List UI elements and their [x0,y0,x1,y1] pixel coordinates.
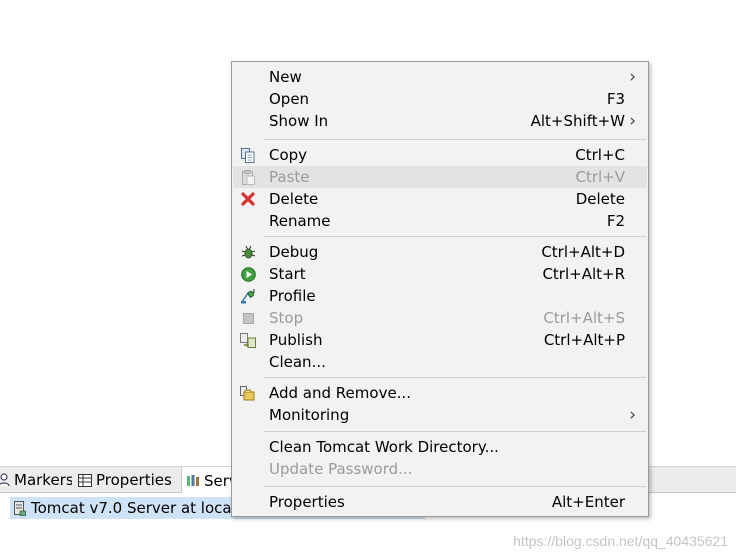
tab-label: Serv [204,471,233,490]
paste-icon [240,169,256,185]
tab-properties[interactable]: Properties [74,467,180,493]
menu-item-publish[interactable]: Publish Ctrl+Alt+P [233,329,647,351]
menu-item-add-and-remove[interactable]: Add and Remove... [233,382,647,404]
menu-item-label: Publish [269,331,323,349]
menu-item-shortcut: Alt+Enter [551,493,625,511]
chevron-right-icon: › [629,405,636,425]
menu-item-shortcut: Delete [575,190,625,208]
menu-item-label: Properties [269,493,345,511]
menu-item-update-password: Update Password... [233,458,647,480]
menu-item-shortcut: F3 [606,90,625,108]
tab-label: Markers [14,471,72,489]
servers-icon [186,474,200,488]
menu-separator [264,377,646,378]
tab-servers[interactable]: Serv [181,467,233,494]
menu-item-label: Clean Tomcat Work Directory... [269,438,499,456]
tab-label: Properties [96,471,172,489]
menu-item-properties[interactable]: Properties Alt+Enter [233,491,647,513]
menu-item-label: Update Password... [269,460,413,478]
menu-item-rename[interactable]: Rename F2 [233,210,647,232]
menu-item-debug[interactable]: Debug Ctrl+Alt+D [233,241,647,263]
menu-item-label: Show In [269,112,329,130]
menu-item-clean[interactable]: Clean... [233,351,647,373]
watermark: https://blog.csdn.net/qq_40435621 [513,533,728,549]
menu-item-label: Add and Remove... [269,384,411,402]
menu-item-label: New [269,68,302,86]
server-icon [14,500,26,516]
menu-item-label: Clean... [269,353,326,371]
menu-item-start[interactable]: Start Ctrl+Alt+R [233,263,647,285]
start-icon [240,266,256,282]
menu-separator [264,236,646,237]
menu-item-shortcut: Ctrl+Alt+R [542,265,625,283]
markers-icon [0,473,10,487]
menu-separator [264,431,646,432]
menu-separator [264,486,646,487]
chevron-right-icon: › [629,111,636,131]
add-remove-icon [240,385,256,401]
menu-item-shortcut: Ctrl+Alt+P [543,331,625,349]
copy-icon [240,147,256,163]
menu-item-shortcut: Ctrl+Alt+D [541,243,625,261]
menu-item-label: Rename [269,212,331,230]
menu-item-stop: Stop Ctrl+Alt+S [233,307,647,329]
server-row-label: Tomcat v7.0 Server at locall [31,499,240,517]
menu-item-shortcut: Ctrl+Alt+S [543,309,625,327]
menu-item-clean-tomcat-work-directory[interactable]: Clean Tomcat Work Directory... [233,436,647,458]
menu-item-delete[interactable]: Delete Delete [233,188,647,210]
menu-item-label: Paste [269,168,310,186]
menu-item-label: Profile [269,287,316,305]
menu-item-monitoring[interactable]: Monitoring › [233,404,647,426]
chevron-right-icon: › [629,67,636,87]
publish-icon [240,332,256,348]
menu-item-label: Start [269,265,306,283]
menu-item-paste: Paste Ctrl+V [233,166,647,188]
menu-item-shortcut: Ctrl+V [575,168,625,186]
menu-item-label: Debug [269,243,319,261]
menu-item-new[interactable]: New › [233,66,647,88]
debug-icon [240,244,256,260]
properties-icon [78,473,92,487]
menu-item-copy[interactable]: Copy Ctrl+C [233,144,647,166]
stop-icon [240,310,256,326]
menu-item-shortcut: Ctrl+C [575,146,625,164]
delete-icon [240,191,256,207]
menu-item-label: Open [269,90,310,108]
menu-item-profile[interactable]: Profile [233,285,647,307]
menu-item-shortcut: F2 [606,212,625,230]
context-menu: New › Open F3 Show In Alt+Shift+W › Copy Ctrl+C P… [231,61,649,517]
menu-item-show-in[interactable]: Show In Alt+Shift+W › [233,110,647,132]
tab-markers[interactable]: Markers [0,467,72,493]
profile-icon [240,288,256,304]
menu-item-label: Stop [269,309,304,327]
menu-item-label: Monitoring [269,406,350,424]
menu-item-label: Copy [269,146,308,164]
menu-item-open[interactable]: Open F3 [233,88,647,110]
menu-item-shortcut: Alt+Shift+W [530,112,625,130]
menu-item-label: Delete [269,190,319,208]
menu-separator [264,139,646,140]
